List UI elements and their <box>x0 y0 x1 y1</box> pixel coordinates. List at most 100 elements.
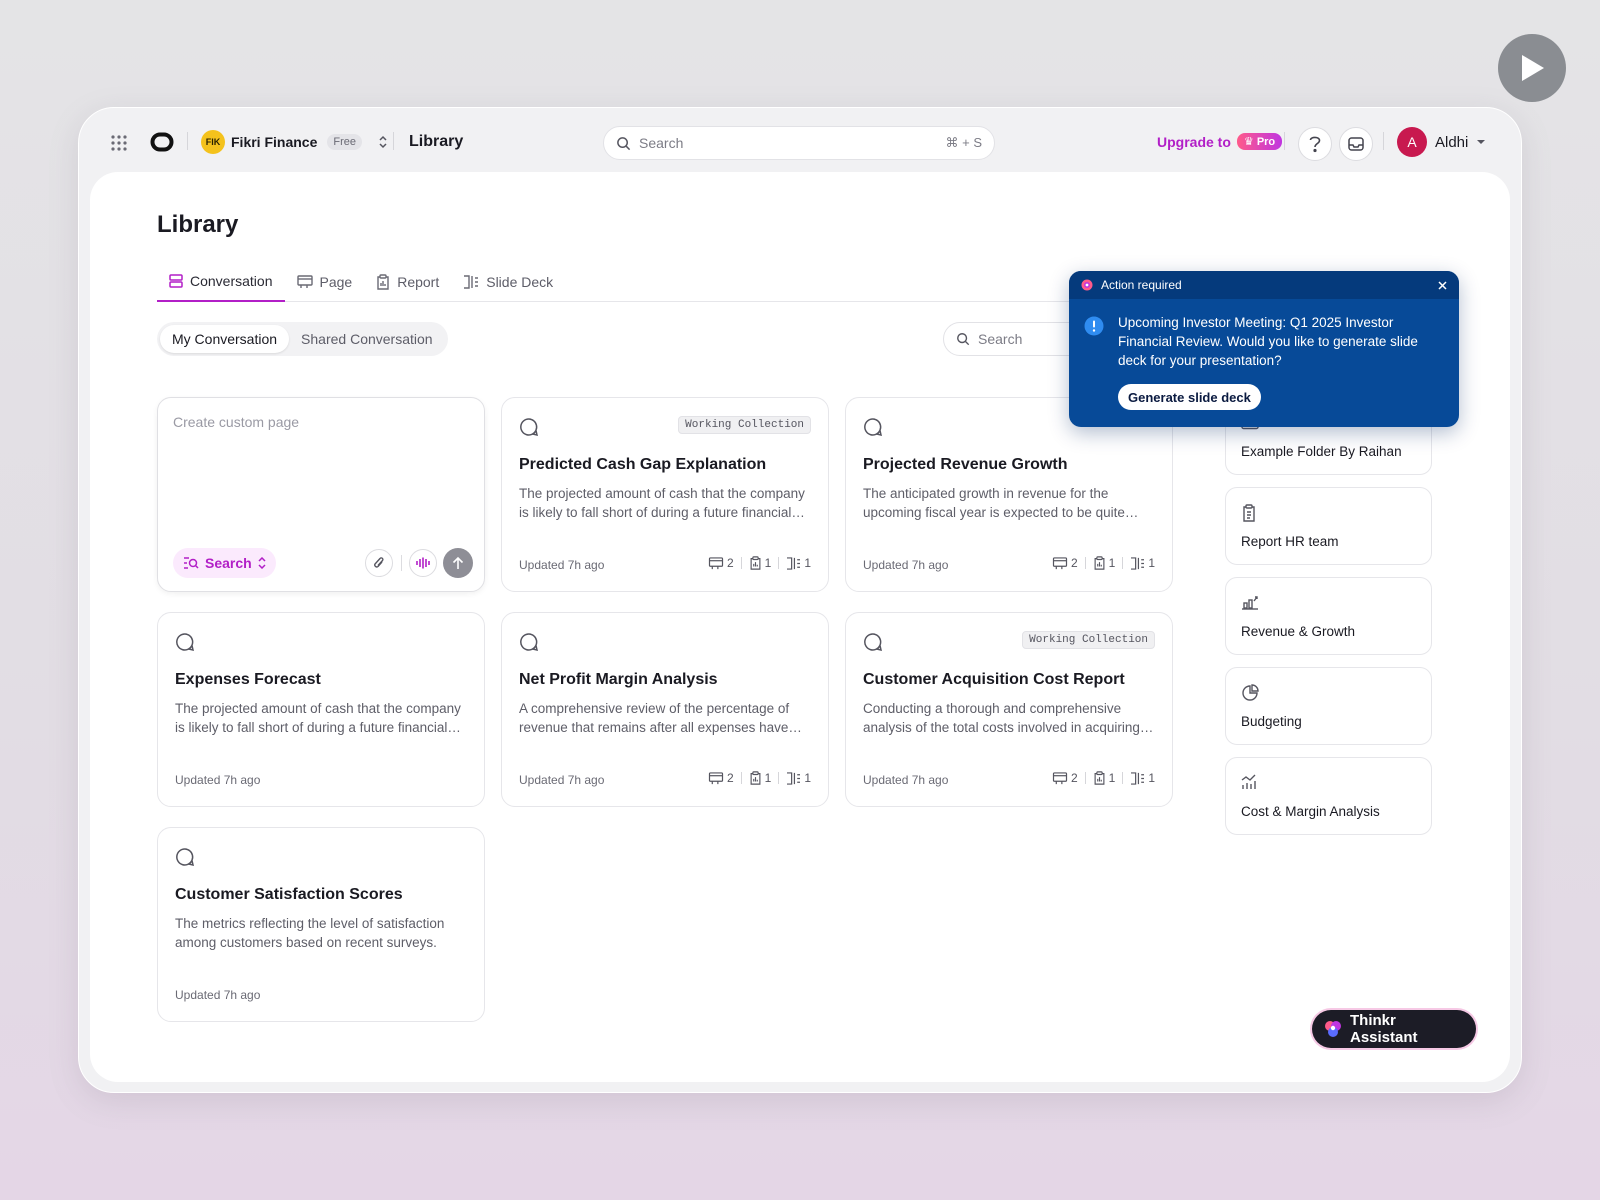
divider <box>740 557 742 569</box>
apps-grid-icon[interactable] <box>111 135 127 151</box>
main-content: Library Conversation Page Report Slide D… <box>90 172 1510 1082</box>
create-page-input[interactable]: Create custom page <box>173 414 299 430</box>
slide-count-icon <box>786 556 801 570</box>
help-button[interactable] <box>1298 127 1332 161</box>
tab-page[interactable]: Page <box>285 262 365 302</box>
tab-report[interactable]: Report <box>364 262 451 302</box>
conversation-card[interactable]: Working Collection Predicted Cash Gap Exp… <box>501 397 829 592</box>
trend-chart-icon <box>1241 774 1259 790</box>
page-count-icon <box>1052 556 1068 570</box>
divider <box>778 772 780 784</box>
tab-label: Conversation <box>190 273 273 289</box>
folder-item[interactable]: Cost & Margin Analysis <box>1225 757 1432 835</box>
card-updated: Updated 7h ago <box>519 773 605 787</box>
mode-selector[interactable]: Search <box>173 548 276 578</box>
thinkr-assistant-button[interactable]: Thinkr Assistant <box>1312 1010 1476 1048</box>
divider <box>401 555 402 571</box>
user-name: Aldhi <box>1435 133 1469 151</box>
stat-count: 1 <box>1108 556 1116 570</box>
conversation-card[interactable]: Customer Satisfaction Scores The metrics … <box>157 827 485 1022</box>
upgrade-button[interactable]: Upgrade to ♛ Pro <box>1157 133 1283 150</box>
stat-item: 2 <box>1052 771 1078 785</box>
stat-count: 1 <box>1148 556 1155 570</box>
divider <box>740 772 742 784</box>
segment-my-conversation[interactable]: My Conversation <box>160 325 290 353</box>
card-stats: 2 1 1 <box>708 556 811 570</box>
card-title: Projected Revenue Growth <box>863 456 1068 473</box>
folder-item[interactable]: Budgeting <box>1225 667 1432 745</box>
chat-bubble-icon <box>175 632 195 652</box>
folder-label: Revenue & Growth <box>1241 624 1356 639</box>
card-updated: Updated 7h ago <box>175 988 261 1002</box>
folder-label: Report HR team <box>1241 534 1339 549</box>
folder-label: Example Folder By Raihan <box>1241 444 1402 459</box>
plan-badge: Free <box>327 134 362 150</box>
conversation-card[interactable]: Expenses Forecast The projected amount of… <box>157 612 485 807</box>
conversation-filter: My Conversation Shared Conversation <box>157 322 448 356</box>
page-count-icon <box>1052 771 1068 785</box>
caret-down-icon <box>1476 139 1486 145</box>
app-logo-icon[interactable] <box>150 132 174 152</box>
report-icon <box>377 274 389 290</box>
card-title: Net Profit Margin Analysis <box>519 671 718 688</box>
create-custom-page[interactable]: Create custom page Search <box>157 397 485 592</box>
conversation-card[interactable]: Working Collection Customer Acquisition C… <box>845 612 1173 807</box>
chat-bubble-icon <box>519 632 539 652</box>
inbox-icon <box>1348 137 1364 151</box>
page-icon <box>296 275 313 288</box>
working-collection-badge: Working Collection <box>678 416 811 434</box>
send-button[interactable] <box>443 548 473 578</box>
voice-button[interactable] <box>409 549 437 577</box>
folder-item[interactable]: Report HR team <box>1225 487 1432 565</box>
card-title: Expenses Forecast <box>175 671 321 688</box>
generate-slide-deck-button[interactable]: Generate slide deck <box>1118 384 1261 410</box>
global-search-input[interactable]: Search ⌘ + S <box>603 126 995 160</box>
stat-count: 1 <box>804 556 811 570</box>
tab-slide-deck[interactable]: Slide Deck <box>451 262 565 302</box>
stat-count: 1 <box>1148 771 1155 785</box>
pie-chart-icon <box>1241 684 1259 702</box>
popup-header: Action required <box>1069 271 1459 299</box>
card-updated: Updated 7h ago <box>863 773 949 787</box>
card-stats: 2 1 1 <box>708 771 811 785</box>
stat-count: 1 <box>1108 771 1116 785</box>
card-stats: 2 1 1 <box>1052 556 1155 570</box>
divider <box>187 132 188 150</box>
attach-button[interactable] <box>365 549 393 577</box>
play-button[interactable] <box>1498 34 1566 102</box>
workspace-avatar: FIK <box>201 130 225 154</box>
card-updated: Updated 7h ago <box>519 558 605 572</box>
stat-count: 2 <box>1070 771 1078 785</box>
stat-item: 1 <box>749 556 771 570</box>
workspace-switcher[interactable]: FIK Fikri Finance Free <box>201 127 388 157</box>
conversation-card[interactable]: Net Profit Margin Analysis A comprehensiv… <box>501 612 829 807</box>
chat-bubble-icon <box>863 632 883 652</box>
question-icon <box>1309 136 1321 153</box>
divider <box>1383 132 1384 150</box>
workspace-name: Fikri Finance <box>231 134 318 150</box>
tab-conversation[interactable]: Conversation <box>157 262 285 302</box>
divider <box>1284 132 1285 150</box>
folder-item[interactable]: Revenue & Growth <box>1225 577 1432 655</box>
slide-count-icon <box>1130 556 1145 570</box>
inbox-button[interactable] <box>1339 127 1373 161</box>
card-description: Conducting a thorough and comprehensive … <box>863 701 1140 735</box>
stat-count: 2 <box>726 556 734 570</box>
card-updated: Updated 7h ago <box>863 558 949 572</box>
segment-shared-conversation[interactable]: Shared Conversation <box>289 325 445 353</box>
user-menu[interactable]: A Aldhi <box>1397 127 1486 157</box>
card-description: The metrics reflecting the level of sati… <box>175 916 445 950</box>
report-count-icon <box>749 771 762 785</box>
stat-count: 1 <box>804 771 811 785</box>
card-stats: 2 1 1 <box>1052 771 1155 785</box>
stat-item: 1 <box>1130 556 1155 570</box>
chevron-up-down-icon <box>378 135 388 149</box>
working-collection-badge: Working Collection <box>1022 631 1155 649</box>
play-icon <box>1522 55 1544 81</box>
action-required-popup: Action required Upcoming Investor Meetin… <box>1069 271 1459 427</box>
divider <box>778 557 780 569</box>
breadcrumb: Library <box>409 133 464 150</box>
stat-item: 1 <box>1130 771 1155 785</box>
close-icon[interactable] <box>1438 280 1447 290</box>
search-shortcut: ⌘ + S <box>945 135 983 150</box>
